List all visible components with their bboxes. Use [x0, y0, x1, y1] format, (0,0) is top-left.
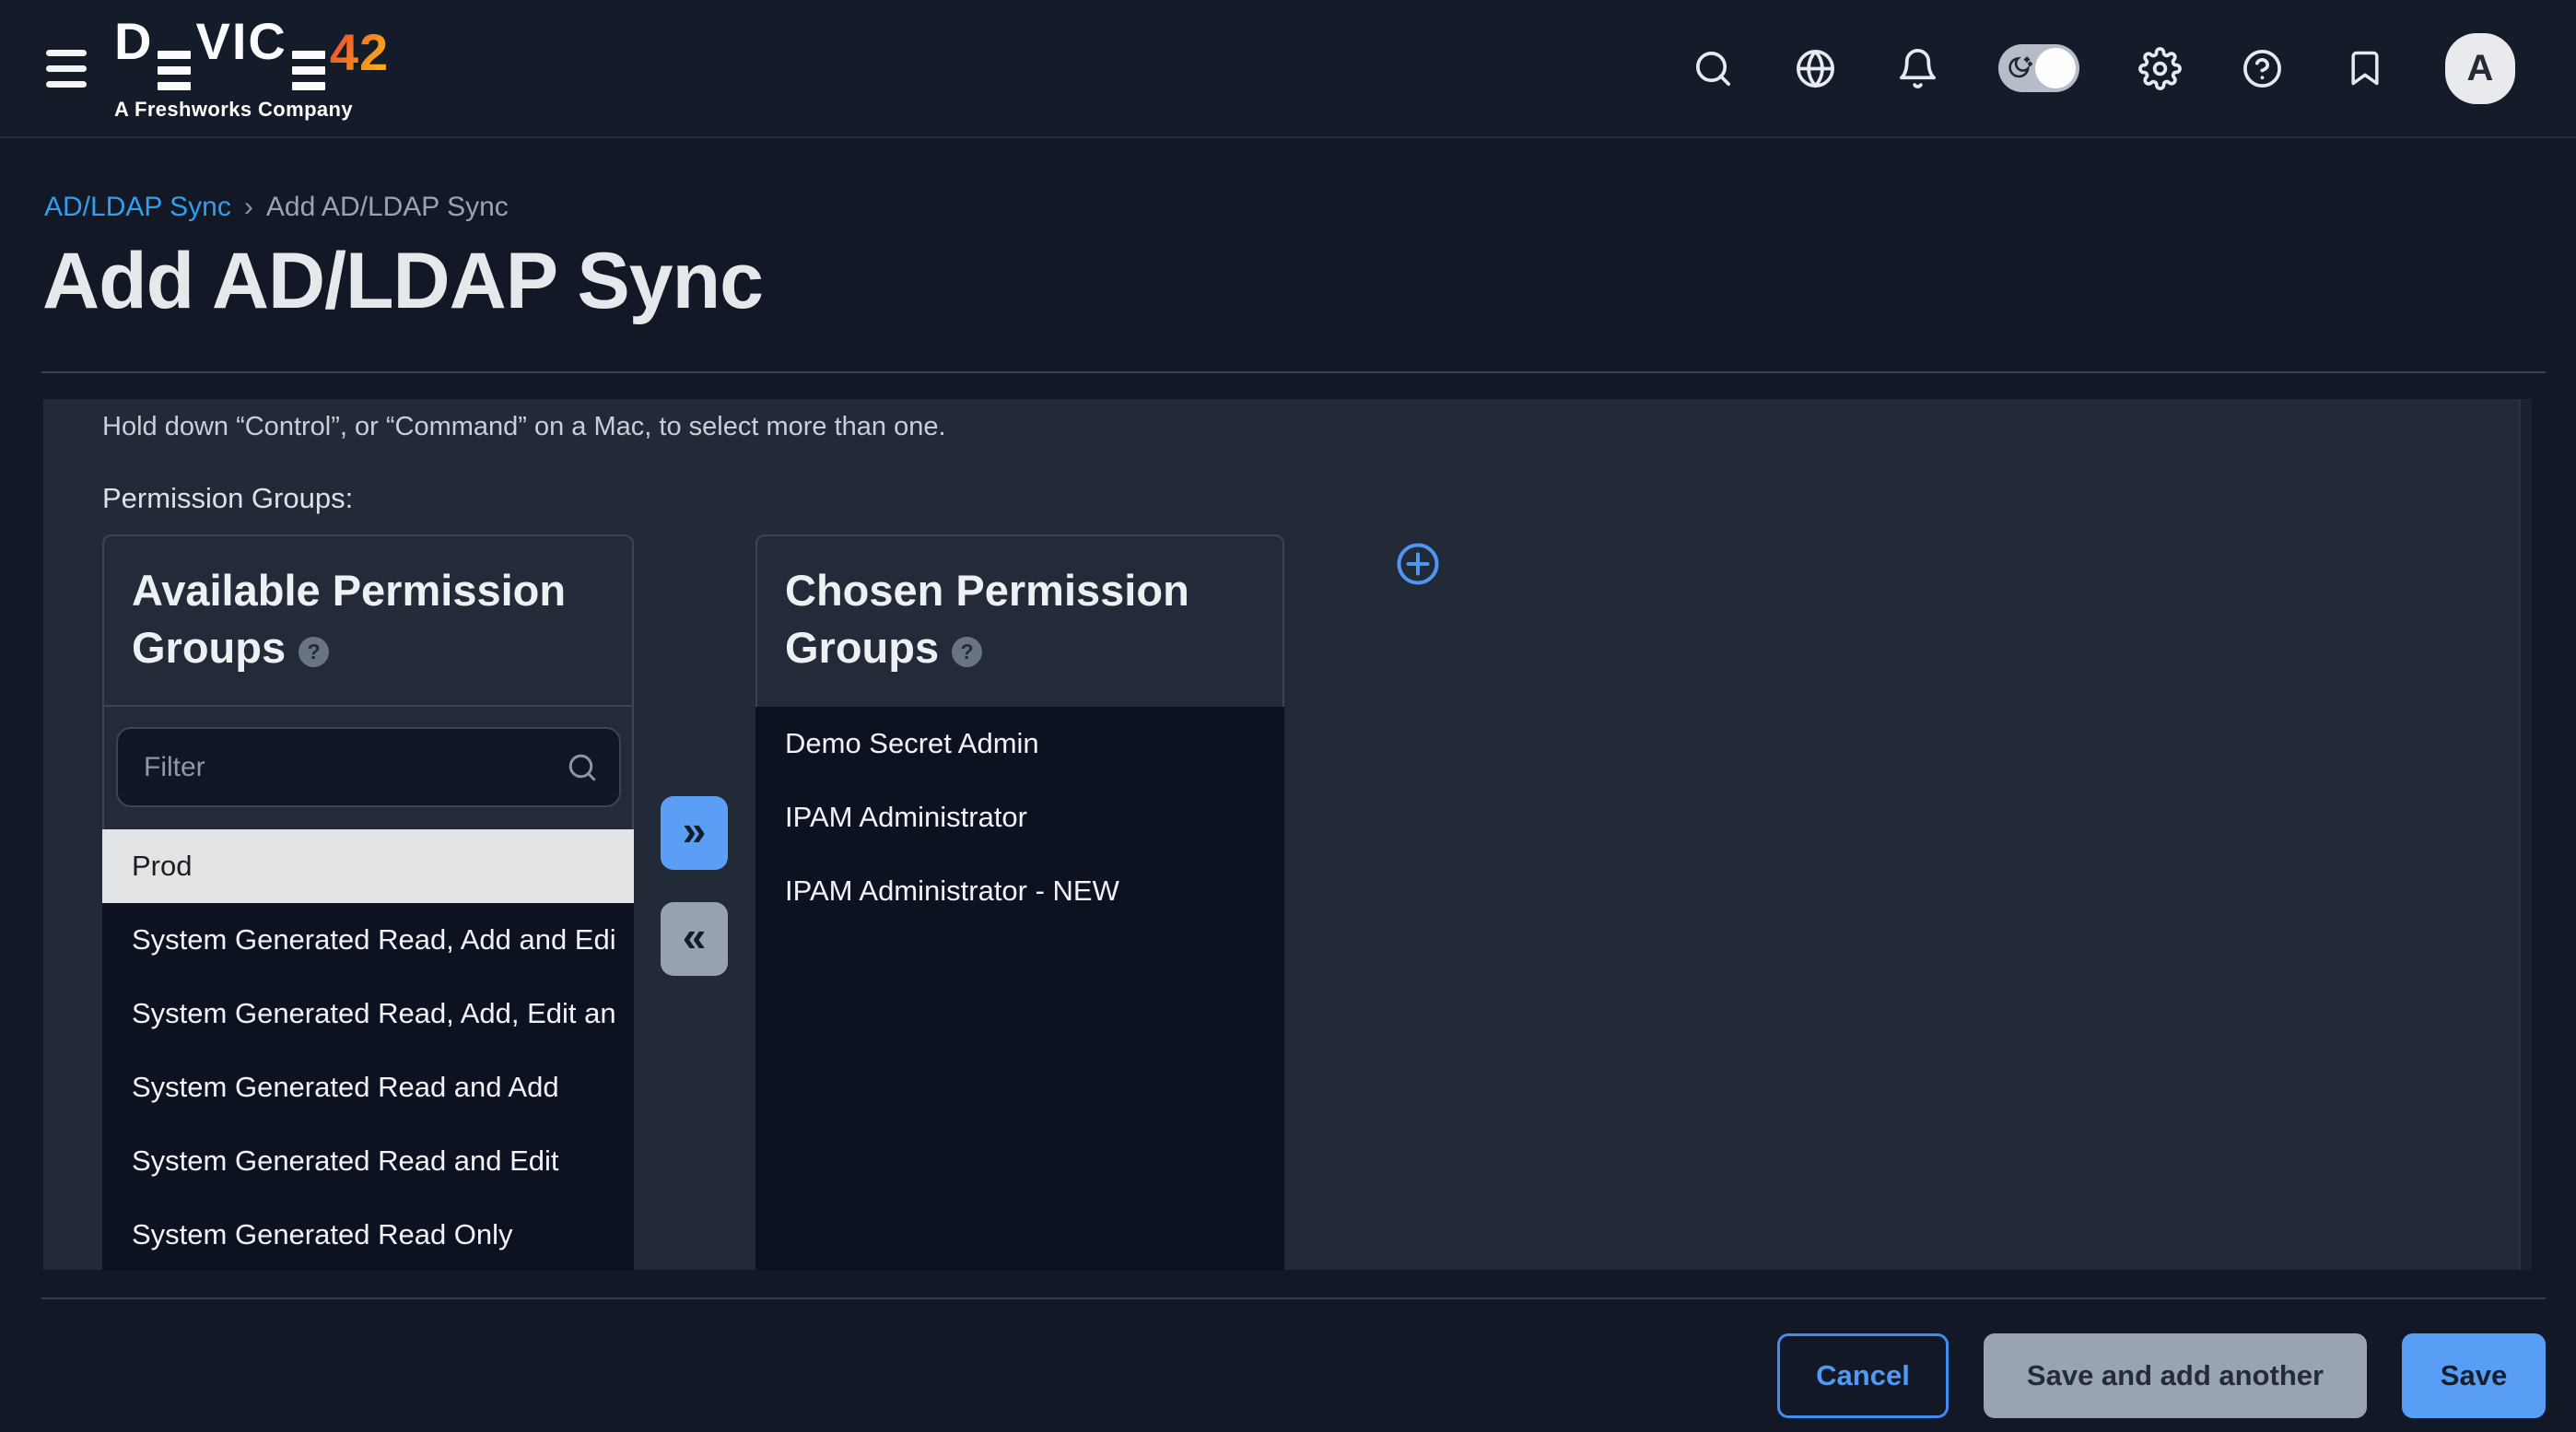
chosen-options-list[interactable]: Demo Secret AdminIPAM AdministratorIPAM …: [755, 707, 1284, 1270]
brand-accent-text: 42: [330, 27, 389, 78]
list-option[interactable]: System Generated Read and Add: [102, 1051, 634, 1124]
chosen-permission-groups-header: Chosen Permission Groups?: [757, 536, 1282, 707]
top-divider: [41, 371, 2546, 373]
list-option[interactable]: System Generated Read and Edit: [102, 1124, 634, 1198]
chosen-title: Chosen Permission Groups: [785, 566, 1189, 672]
theme-toggle[interactable]: [1998, 44, 2079, 92]
filter-field: [116, 727, 621, 807]
moon-icon: [2005, 53, 2033, 82]
search-icon: [566, 751, 599, 784]
brand-letter: I: [232, 12, 249, 70]
navbar-icons: A: [1692, 33, 2515, 104]
list-option[interactable]: System Generated Read Only: [102, 1198, 634, 1270]
brand-text: DVIC: [114, 16, 330, 90]
list-option[interactable]: Demo Secret Admin: [755, 707, 1284, 781]
toggle-knob: [2035, 48, 2076, 88]
list-option[interactable]: Prod: [102, 829, 634, 903]
list-option[interactable]: System Generated Read, Add and Edi: [102, 903, 634, 977]
save-button[interactable]: Save: [2402, 1333, 2546, 1418]
help-icon[interactable]: [2241, 47, 2284, 90]
circled-plus-icon[interactable]: [1396, 542, 1440, 586]
breadcrumb: AD/LDAP Sync › Add AD/LDAP Sync: [44, 192, 509, 223]
menu-icon[interactable]: [46, 50, 87, 88]
brand-letter-e-glyph: [292, 51, 325, 90]
filter-input[interactable]: [116, 727, 621, 807]
form-panel: Hold down “Control”, or “Command” on a M…: [43, 399, 2519, 1270]
list-option[interactable]: System Generated Read, Add, Edit an: [102, 977, 634, 1051]
brand-tagline: A Freshworks Company: [114, 98, 389, 122]
chosen-permission-groups-box: Chosen Permission Groups?: [755, 534, 1284, 709]
available-permission-groups-header: Available Permission Groups?: [104, 536, 632, 707]
panel-scrollbar[interactable]: [2519, 399, 2532, 1270]
breadcrumb-link[interactable]: AD/LDAP Sync: [44, 192, 231, 223]
question-mark-icon[interactable]: ?: [952, 637, 982, 667]
top-navbar: DVIC 42 A Freshworks Company: [0, 0, 2576, 138]
brand-logo[interactable]: DVIC 42 A Freshworks Company: [114, 16, 389, 122]
brand-wordmark: DVIC 42: [114, 16, 389, 90]
multiselect-hint: Hold down “Control”, or “Command” on a M…: [102, 412, 946, 442]
brand-letter: V: [195, 12, 231, 70]
brand-letter-e-glyph: [158, 51, 191, 90]
available-permission-groups-box: Available Permission Groups?: [102, 534, 634, 831]
cancel-button[interactable]: Cancel: [1777, 1333, 1949, 1418]
list-option[interactable]: IPAM Administrator: [755, 781, 1284, 854]
permission-groups-label: Permission Groups:: [102, 482, 353, 515]
search-icon[interactable]: [1692, 47, 1735, 90]
filter-section: [104, 707, 632, 828]
save-and-add-another-button[interactable]: Save and add another: [1984, 1333, 2367, 1418]
bookmark-icon[interactable]: [2343, 47, 2386, 90]
question-mark-icon[interactable]: ?: [299, 637, 329, 667]
page: DVIC 42 A Freshworks Company: [0, 0, 2576, 1432]
footer-actions: Cancel Save and add another Save: [1777, 1333, 2546, 1418]
breadcrumb-current: Add AD/LDAP Sync: [266, 192, 509, 223]
avatar[interactable]: A: [2445, 33, 2515, 104]
globe-icon[interactable]: [1794, 47, 1837, 90]
brand-letter: C: [248, 12, 287, 70]
available-options-list[interactable]: ProdSystem Generated Read, Add and EdiSy…: [102, 829, 634, 1270]
breadcrumb-separator: ›: [244, 192, 253, 223]
page-title: Add AD/LDAP Sync: [42, 236, 763, 327]
move-right-button[interactable]: »: [661, 796, 728, 870]
settings-icon[interactable]: [2138, 47, 2182, 90]
brand-letter: D: [114, 12, 153, 70]
notifications-icon[interactable]: [1896, 47, 1939, 90]
footer-divider: [41, 1297, 2546, 1299]
list-option[interactable]: IPAM Administrator - NEW: [755, 854, 1284, 928]
move-left-button[interactable]: «: [661, 902, 728, 976]
available-title: Available Permission Groups: [132, 566, 566, 672]
